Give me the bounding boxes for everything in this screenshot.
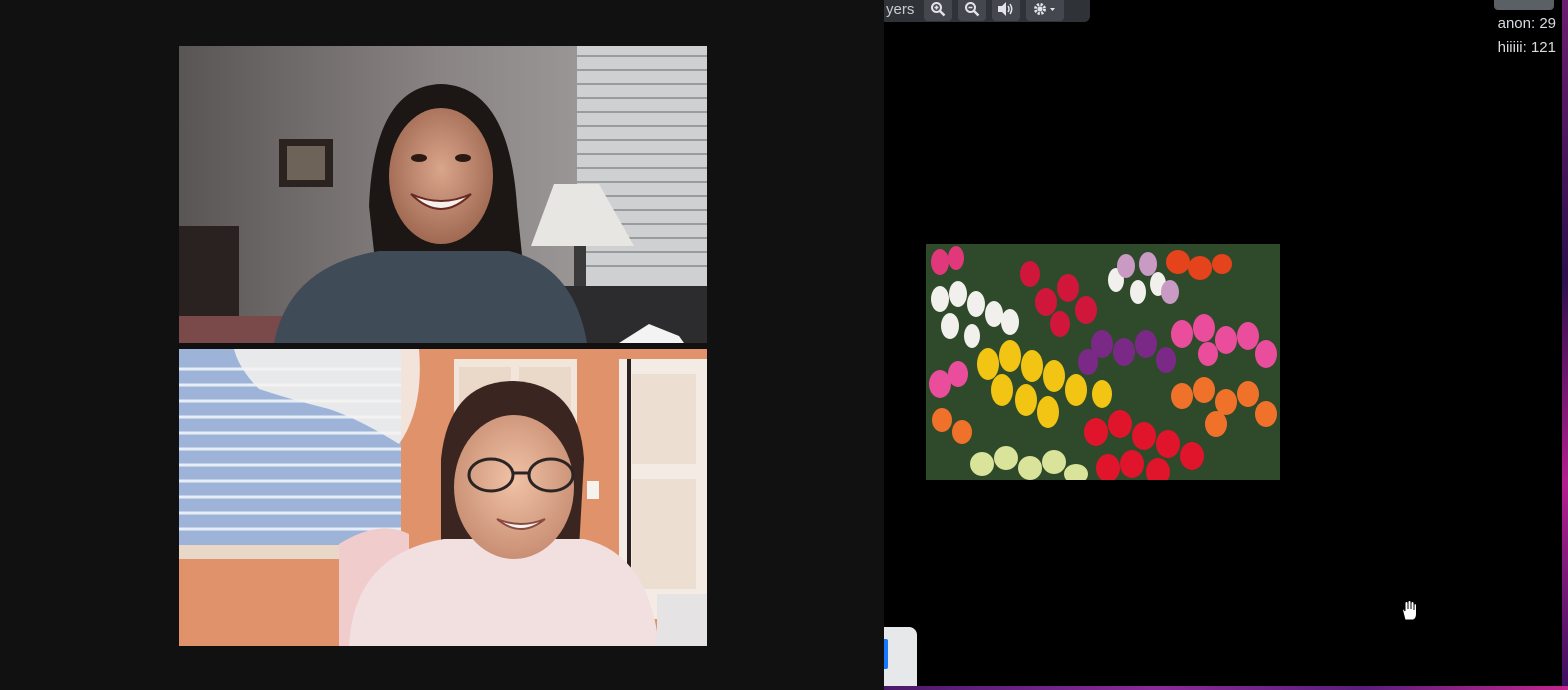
window-edge-right bbox=[1562, 0, 1568, 690]
score-entry: hiiiii: 121 bbox=[1497, 39, 1556, 56]
menu-button[interactable] bbox=[1494, 0, 1554, 10]
tab-indicator bbox=[884, 639, 888, 669]
hand-cursor-icon bbox=[1402, 600, 1417, 621]
puzzle-image bbox=[926, 244, 1280, 480]
puzzle-board[interactable] bbox=[926, 244, 1280, 480]
puzzle-area[interactable]: yers anon: 29 hiiiii: 121 bbox=[884, 0, 1564, 690]
participant-1-feed bbox=[179, 46, 707, 343]
players-button[interactable]: yers bbox=[886, 1, 914, 18]
zoom-out-button[interactable] bbox=[958, 0, 987, 21]
participant-2-feed bbox=[179, 349, 707, 646]
volume-button[interactable] bbox=[992, 0, 1021, 21]
zoom-out-icon bbox=[965, 2, 980, 17]
app-root: yers anon: 29 hiiiii: 121 bbox=[0, 0, 1568, 690]
zoom-in-button[interactable] bbox=[924, 0, 953, 21]
side-tab-button[interactable] bbox=[884, 627, 917, 690]
player-scores: anon: 29 hiiiii: 121 bbox=[1498, 12, 1556, 60]
settings-button[interactable] bbox=[1026, 0, 1065, 21]
puzzle-toolbar: yers bbox=[884, 0, 1090, 22]
score-entry: anon: 29 bbox=[1497, 15, 1556, 32]
participant-video-2[interactable] bbox=[179, 349, 707, 646]
zoom-in-icon bbox=[931, 2, 946, 17]
chevron-down-icon bbox=[1050, 8, 1056, 11]
settings-icon bbox=[1034, 3, 1056, 15]
video-call-panel bbox=[0, 0, 884, 690]
volume-icon bbox=[998, 2, 1013, 16]
window-edge-bottom bbox=[884, 686, 1568, 690]
participant-video-1[interactable] bbox=[179, 46, 707, 343]
